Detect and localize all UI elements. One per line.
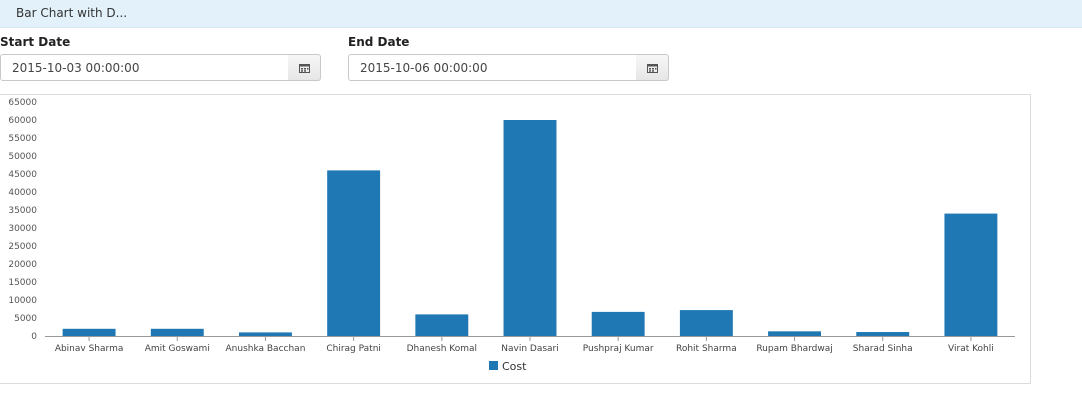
y-tick-label: 60000: [8, 116, 37, 126]
y-tick-label: 5000: [14, 314, 37, 324]
x-tick-label: Rohit Sharma: [676, 344, 737, 354]
y-tick-label: 50000: [8, 152, 37, 162]
y-tick-label: 15000: [8, 278, 37, 288]
end-date-label: End Date: [348, 35, 410, 49]
x-tick-label: Sharad Sinha: [853, 344, 913, 354]
end-date-input[interactable]: 2015-10-06 00:00:00: [348, 54, 637, 81]
end-date-calendar-button[interactable]: [636, 54, 669, 81]
cost-bar-chart: 0 5000 10000 15000 20000 25000 30000 35000 40000…: [8, 98, 1015, 373]
x-tick-label: Abinav Sharma: [55, 344, 124, 354]
bar: [944, 213, 998, 336]
bar: [679, 310, 733, 336]
bar: [327, 170, 381, 336]
legend-swatch: [489, 361, 498, 370]
x-tick-label: Amit Goswami: [145, 344, 210, 354]
y-tick-label: 0: [31, 332, 37, 342]
start-date-calendar-button[interactable]: [288, 54, 321, 81]
y-tick-label: 65000: [8, 98, 37, 108]
bar: [856, 332, 910, 336]
calendar-icon: [298, 63, 310, 73]
bar: [591, 311, 645, 336]
y-tick-label: 20000: [8, 260, 37, 270]
legend-label: Cost: [502, 360, 527, 373]
start-date-input[interactable]: 2015-10-03 00:00:00: [0, 54, 289, 81]
bar: [415, 314, 469, 336]
x-tick-label: Chirag Patni: [326, 344, 381, 354]
bar: [150, 328, 204, 336]
y-tick-label: 25000: [8, 242, 37, 252]
bar: [503, 120, 557, 336]
x-tick-label: Virat Kohli: [948, 344, 994, 354]
y-tick-label: 40000: [8, 188, 37, 198]
panel-title-bar: Bar Chart with D...: [0, 0, 1082, 28]
start-date-label: Start Date: [0, 35, 71, 49]
x-tick-label: Rupam Bhardwaj: [756, 344, 832, 354]
x-tick-label: Dhanesh Komal: [407, 344, 477, 354]
y-tick-label: 10000: [8, 296, 37, 306]
y-tick-label: 30000: [8, 224, 37, 234]
chart-panel: 0 5000 10000 15000 20000 25000 30000 35000 40000…: [0, 94, 1031, 384]
calendar-icon: [646, 63, 658, 73]
bar: [768, 331, 821, 336]
bar: [239, 332, 292, 336]
x-tick-label: Navin Dasari: [501, 344, 559, 354]
bar: [62, 328, 116, 336]
y-tick-label: 35000: [8, 206, 37, 216]
panel-title: Bar Chart with D...: [16, 6, 128, 20]
y-tick-label: 45000: [8, 170, 37, 180]
x-tick-label: Pushpraj Kumar: [583, 344, 654, 354]
x-tick-label: Anushka Bacchan: [226, 344, 306, 354]
y-tick-label: 55000: [8, 134, 37, 144]
